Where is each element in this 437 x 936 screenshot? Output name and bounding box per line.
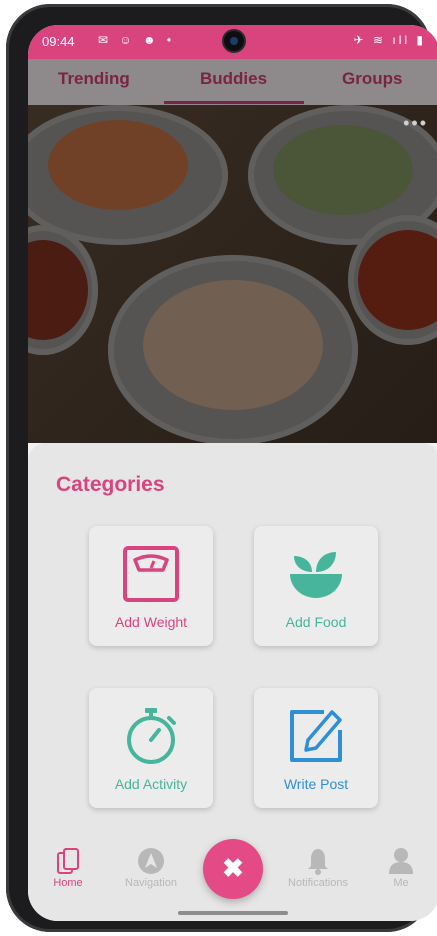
- user-icon: [389, 848, 413, 874]
- home-indicator[interactable]: [178, 911, 288, 915]
- nav-home-label: Home: [53, 877, 83, 889]
- phone-frame: 09:44 ✉ ☺ ☻ • ✈ ≋ ıll ▮ Trending Buddies…: [6, 4, 437, 932]
- camera-cutout: [224, 31, 244, 51]
- nav-notifications[interactable]: Notifications: [278, 849, 358, 889]
- add-activity-button[interactable]: Add Activity: [89, 688, 213, 808]
- status-time: 09:44: [42, 34, 75, 49]
- notification-icons: ✉ ☺ ☻ •: [98, 33, 176, 47]
- write-post-button[interactable]: Write Post: [254, 688, 378, 808]
- nav-me[interactable]: Me: [386, 848, 416, 889]
- nav-me-label: Me: [393, 877, 409, 889]
- bottom-navigation: Home Navigation ✖ Notifications Me: [28, 839, 437, 921]
- add-activity-label: Add Activity: [114, 776, 188, 792]
- home-pages-icon: [57, 848, 79, 874]
- tab-buddies[interactable]: Buddies: [200, 69, 267, 89]
- add-food-button[interactable]: Add Food: [254, 526, 378, 646]
- scale-icon: [123, 546, 179, 602]
- photo-dim-overlay: [28, 105, 437, 443]
- edit-icon: [290, 710, 342, 762]
- categories-sheet: Categories Add Weight Add Food Add Activ…: [28, 443, 437, 921]
- add-food-label: Add Food: [285, 614, 347, 630]
- food-bowl-icon: [290, 552, 342, 598]
- close-menu-button[interactable]: ✖: [203, 839, 263, 899]
- nav-notifications-label: Notifications: [288, 877, 348, 889]
- nav-navigation[interactable]: Navigation: [120, 848, 182, 889]
- active-tab-indicator: [164, 101, 304, 104]
- bell-icon: [308, 849, 328, 875]
- nav-navigation-label: Navigation: [125, 877, 177, 889]
- compass-icon: [138, 848, 164, 874]
- write-post-label: Write Post: [283, 776, 349, 792]
- add-weight-button[interactable]: Add Weight: [89, 526, 213, 646]
- tab-trending[interactable]: Trending: [58, 69, 130, 89]
- top-tabs: Trending Buddies Groups: [28, 59, 437, 105]
- system-icons: ✈ ≋ ıll ▮: [353, 33, 426, 47]
- post-photo[interactable]: •••: [28, 105, 437, 443]
- more-options-icon[interactable]: •••: [403, 113, 428, 134]
- sheet-title: Categories: [56, 473, 165, 496]
- close-icon: ✖: [222, 853, 244, 883]
- add-weight-label: Add Weight: [114, 614, 188, 630]
- nav-home[interactable]: Home: [50, 848, 86, 889]
- tab-groups[interactable]: Groups: [342, 69, 402, 89]
- app-screen: 09:44 ✉ ☺ ☻ • ✈ ≋ ıll ▮ Trending Buddies…: [28, 25, 437, 921]
- stopwatch-icon: [127, 708, 176, 764]
